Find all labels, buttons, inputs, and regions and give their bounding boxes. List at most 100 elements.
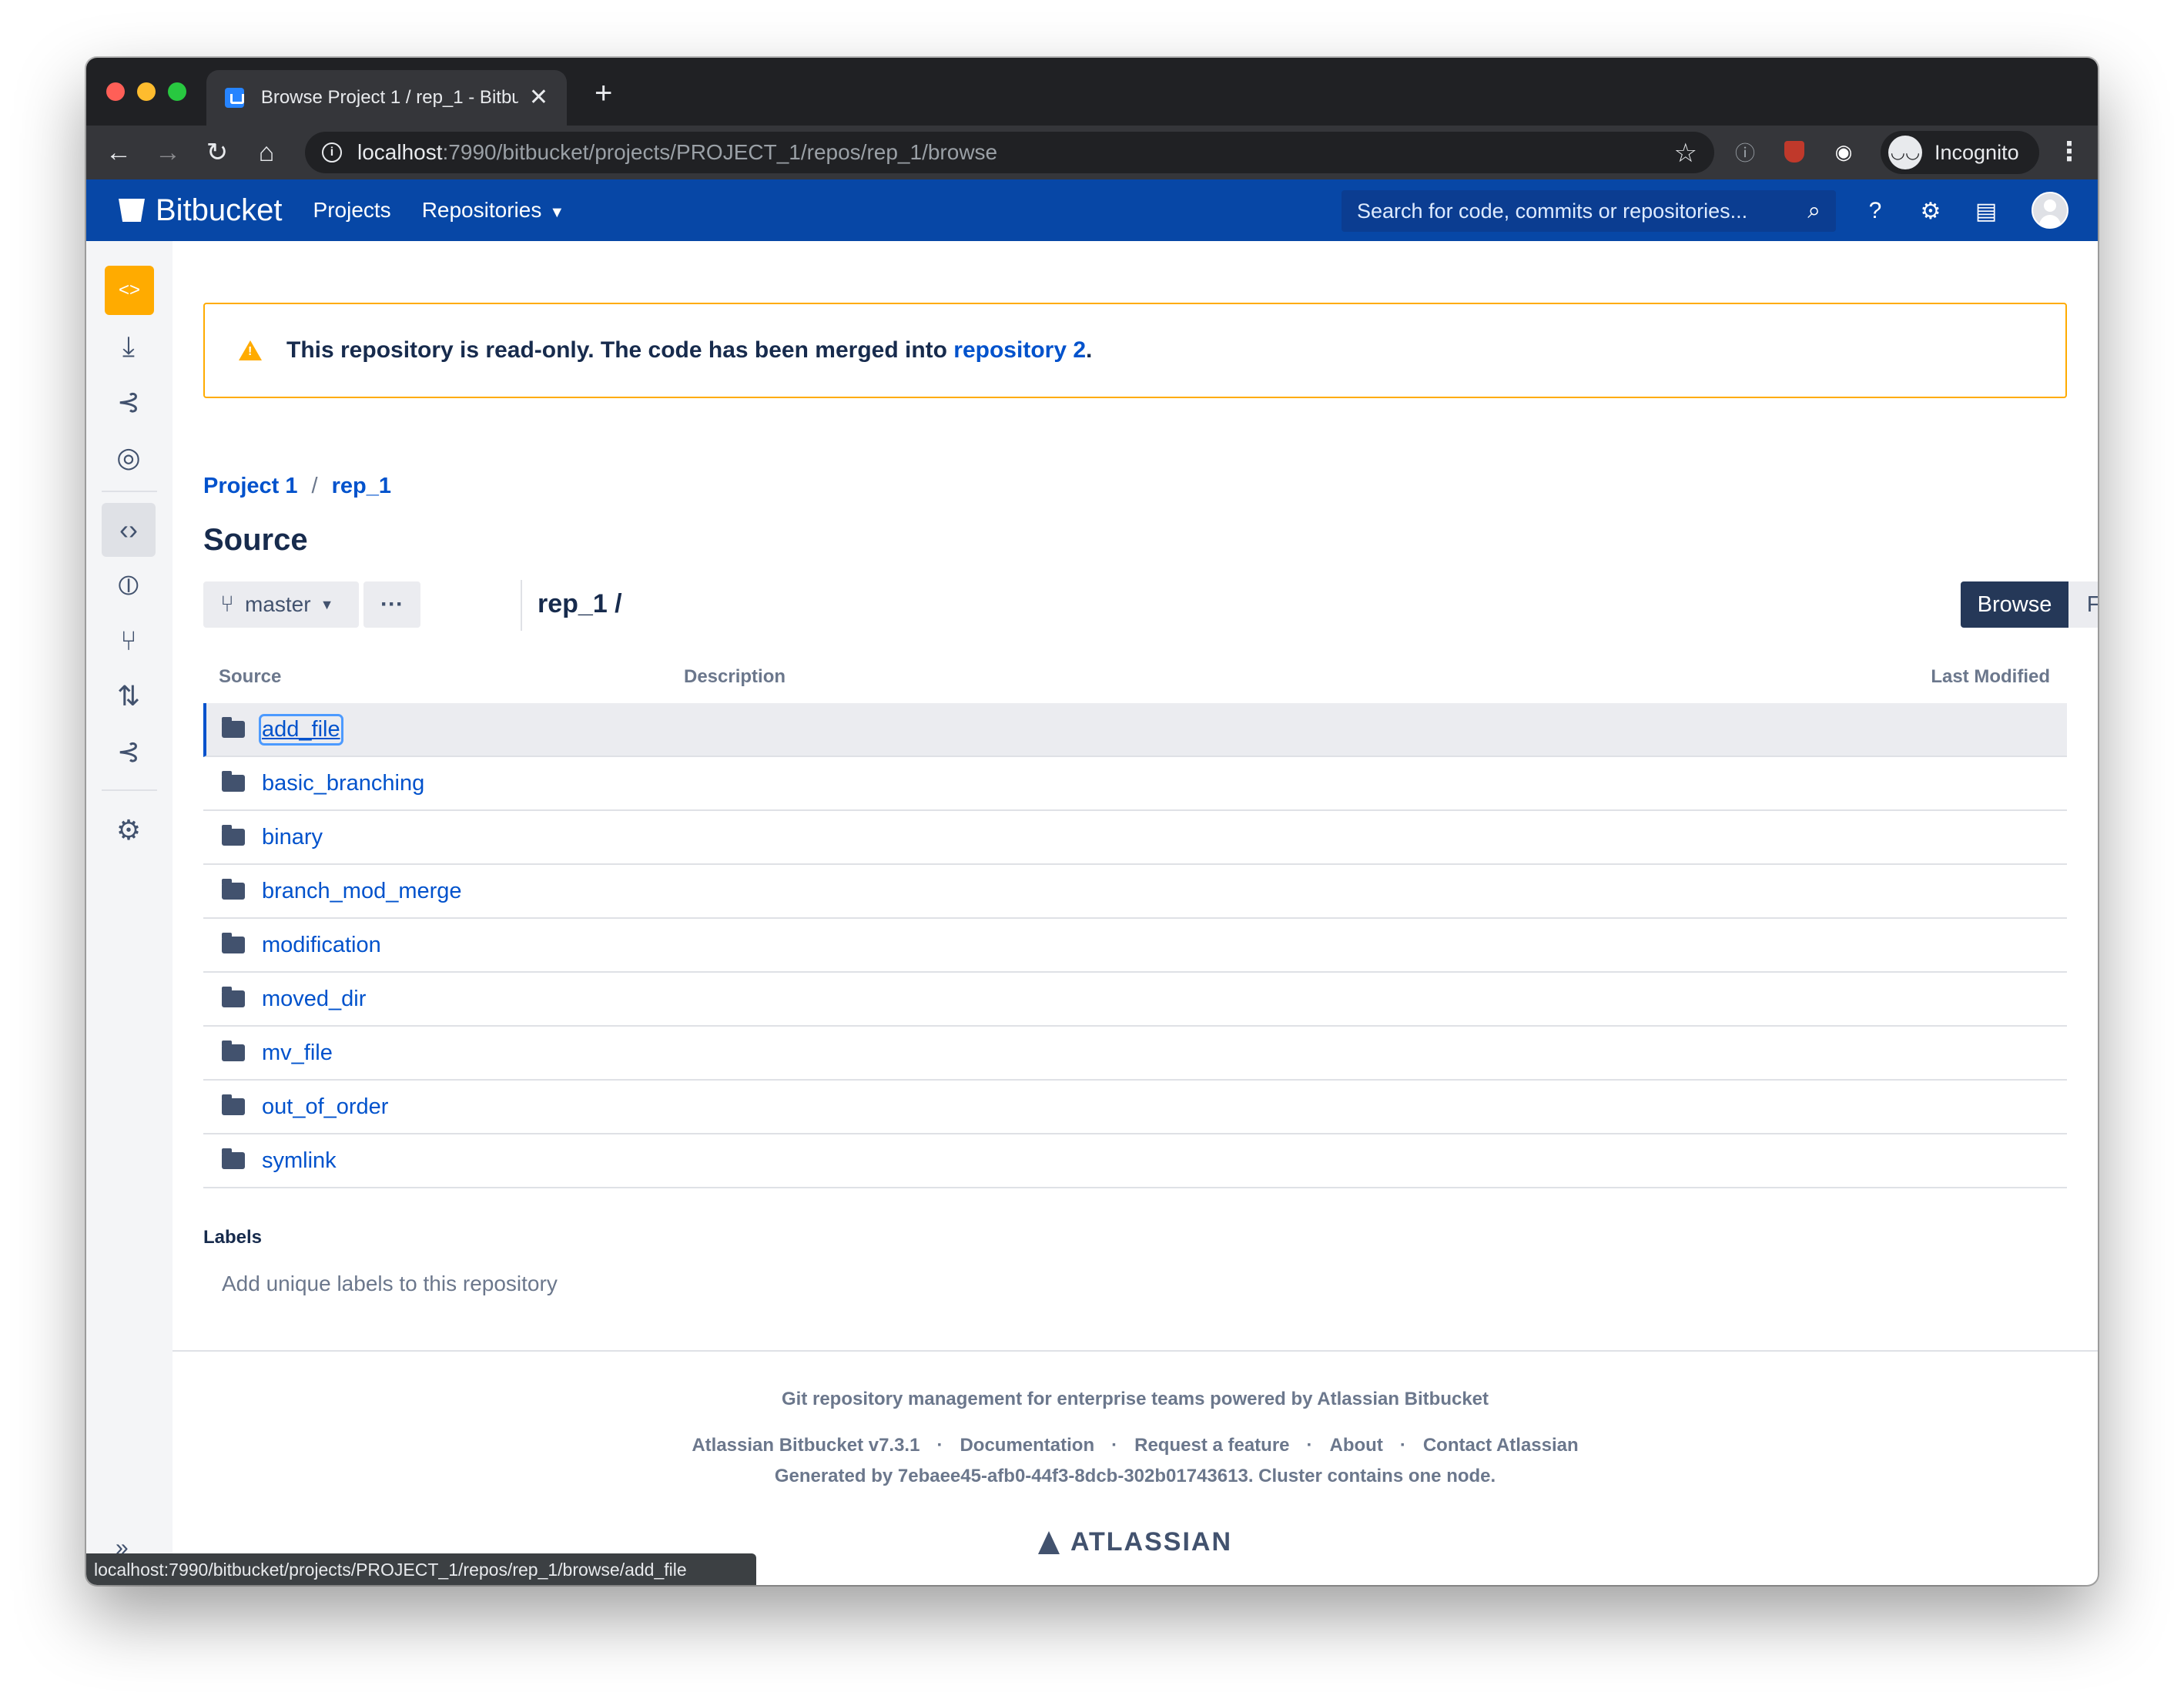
bitbucket-logo-icon: [119, 199, 145, 222]
table-row[interactable]: symlink: [203, 1134, 2067, 1188]
column-header-last-modified: Last Modified: [1931, 666, 2050, 687]
breadcrumb-repo-link[interactable]: rep_1: [332, 474, 391, 498]
browse-button[interactable]: Browse: [1961, 581, 2068, 628]
current-path: rep_1 /: [538, 589, 622, 618]
extension-info-icon[interactable]: ⓘ: [1731, 138, 1759, 166]
footer-separator: ·: [1306, 1435, 1313, 1456]
maximize-window-button[interactable]: [168, 82, 186, 101]
branch-name: master: [245, 592, 311, 616]
bitbucket-logo[interactable]: Bitbucket: [119, 193, 283, 228]
atlassian-logo-icon: [1037, 1530, 1060, 1554]
pull-requests-icon[interactable]: ⇅: [102, 669, 156, 723]
table-row[interactable]: modification: [203, 919, 2067, 973]
sidebar-divider: [102, 789, 157, 791]
sidebar-divider: [102, 491, 157, 492]
commits-icon[interactable]: ⦶: [102, 558, 156, 612]
repository-2-link[interactable]: repository 2: [953, 337, 1086, 363]
site-info-icon[interactable]: i: [322, 142, 342, 163]
table-row[interactable]: branch_mod_merge: [203, 865, 2067, 919]
read-only-warning-banner: ! This repository is read-only. The code…: [203, 303, 2067, 398]
branch-icon: ⑂: [220, 591, 234, 617]
bookmark-star-icon[interactable]: ☆: [1674, 138, 1697, 169]
footer-version-link[interactable]: Atlassian Bitbucket v7.3.1: [692, 1435, 919, 1456]
page-title: Source: [203, 523, 308, 557]
browser-titlebar: Browse Project 1 / rep_1 - Bitbu ✕ +: [86, 58, 2098, 126]
help-icon[interactable]: ?: [1861, 196, 1890, 226]
source-icon[interactable]: ‹›: [102, 503, 156, 557]
folder-link[interactable]: mv_file: [262, 1041, 333, 1066]
nav-repositories[interactable]: Repositories ▼: [422, 198, 564, 223]
forks-icon[interactable]: ⊰: [102, 725, 156, 779]
footer-contact-link[interactable]: Contact Atlassian: [1423, 1435, 1579, 1456]
atlassian-logo-text: ATLASSIAN: [1070, 1527, 1233, 1557]
folder-icon: [222, 771, 245, 792]
breadcrumb-project-link[interactable]: Project 1: [203, 474, 298, 498]
footer-documentation-link[interactable]: Documentation: [960, 1435, 1094, 1456]
browser-menu-icon[interactable]: ⋮: [2056, 136, 2082, 167]
folder-link[interactable]: branch_mod_merge: [262, 879, 462, 904]
bitbucket-header: Bitbucket Projects Repositories ▼ Search …: [86, 179, 2098, 241]
home-icon[interactable]: ⌂: [242, 139, 291, 166]
minimize-window-button[interactable]: [137, 82, 156, 101]
add-labels-field[interactable]: Add unique labels to this repository: [222, 1272, 558, 1296]
folder-icon: [222, 1041, 245, 1061]
browser-tab[interactable]: Browse Project 1 / rep_1 - Bitbu ✕: [206, 70, 567, 126]
breadcrumb: Project 1 / rep_1: [203, 474, 391, 499]
labels-heading: Labels: [203, 1227, 263, 1248]
branch-selector-button[interactable]: ⑂ master ▼: [203, 581, 359, 628]
footer-request-feature-link[interactable]: Request a feature: [1134, 1435, 1289, 1456]
footer-divider: [173, 1350, 2098, 1352]
table-row[interactable]: basic_branching: [203, 757, 2067, 811]
footer-about-link[interactable]: About: [1330, 1435, 1383, 1456]
column-header-description: Description: [684, 666, 786, 687]
incognito-icon: ◡◡: [1888, 136, 1922, 169]
ublock-extension-icon[interactable]: [1780, 138, 1808, 166]
close-window-button[interactable]: [106, 82, 125, 101]
table-row[interactable]: moved_dir: [203, 973, 2067, 1027]
reload-icon[interactable]: ↻: [193, 139, 242, 166]
chevron-down-icon: ▼: [549, 204, 565, 221]
folder-icon: [222, 717, 245, 738]
clone-icon[interactable]: ⤓: [102, 320, 156, 374]
back-icon[interactable]: ←: [94, 139, 143, 166]
footer-separator: ·: [1399, 1435, 1406, 1456]
branches-icon[interactable]: ⑂: [102, 614, 156, 668]
folder-link[interactable]: basic_branching: [262, 771, 424, 796]
folder-link[interactable]: moved_dir: [262, 987, 366, 1012]
extension-circle-icon[interactable]: ◉: [1830, 138, 1857, 166]
filter-button[interactable]: Filter: [2068, 581, 2098, 628]
folder-link[interactable]: out_of_order: [262, 1094, 388, 1120]
url-text[interactable]: localhost:7990/bitbucket/projects/PROJEC…: [357, 140, 997, 165]
folder-icon: [222, 879, 245, 900]
address-bar[interactable]: i localhost:7990/bitbucket/projects/PROJ…: [305, 132, 1714, 173]
folder-link[interactable]: add_file: [259, 713, 343, 746]
more-actions-button[interactable]: ···: [363, 581, 420, 628]
whats-new-icon[interactable]: ▤: [1971, 196, 2001, 226]
table-row[interactable]: mv_file: [203, 1027, 2067, 1081]
folder-link[interactable]: modification: [262, 933, 381, 958]
tab-close-icon[interactable]: ✕: [529, 86, 548, 109]
footer-tagline: Git repository management for enterprise…: [781, 1389, 1489, 1409]
repository-settings-gear-icon[interactable]: ⚙: [102, 803, 156, 857]
table-row[interactable]: out_of_order: [203, 1081, 2067, 1134]
forward-icon[interactable]: →: [143, 139, 193, 166]
tab-title: Browse Project 1 / rep_1 - Bitbu: [260, 87, 518, 108]
search-input[interactable]: Search for code, commits or repositories…: [1342, 190, 1836, 232]
user-avatar[interactable]: [2032, 192, 2068, 229]
gear-icon[interactable]: ⚙: [1916, 196, 1945, 226]
folder-link[interactable]: binary: [262, 825, 323, 850]
compare-icon[interactable]: ◎: [102, 431, 156, 484]
table-row[interactable]: binary: [203, 811, 2067, 865]
folder-icon: [222, 825, 245, 846]
repository-avatar-icon[interactable]: <>: [105, 266, 154, 315]
folder-icon: [222, 1094, 245, 1115]
table-row[interactable]: add_file: [203, 703, 2067, 757]
create-branch-icon[interactable]: ⊰: [102, 375, 156, 429]
search-icon[interactable]: ⌕: [1807, 198, 1821, 224]
incognito-badge[interactable]: ◡◡ Incognito: [1881, 131, 2039, 174]
bitbucket-favicon-icon: [225, 88, 244, 108]
footer-separator: ·: [1111, 1435, 1118, 1456]
folder-link[interactable]: symlink: [262, 1148, 337, 1174]
new-tab-button[interactable]: +: [595, 78, 612, 109]
nav-projects[interactable]: Projects: [313, 198, 391, 223]
